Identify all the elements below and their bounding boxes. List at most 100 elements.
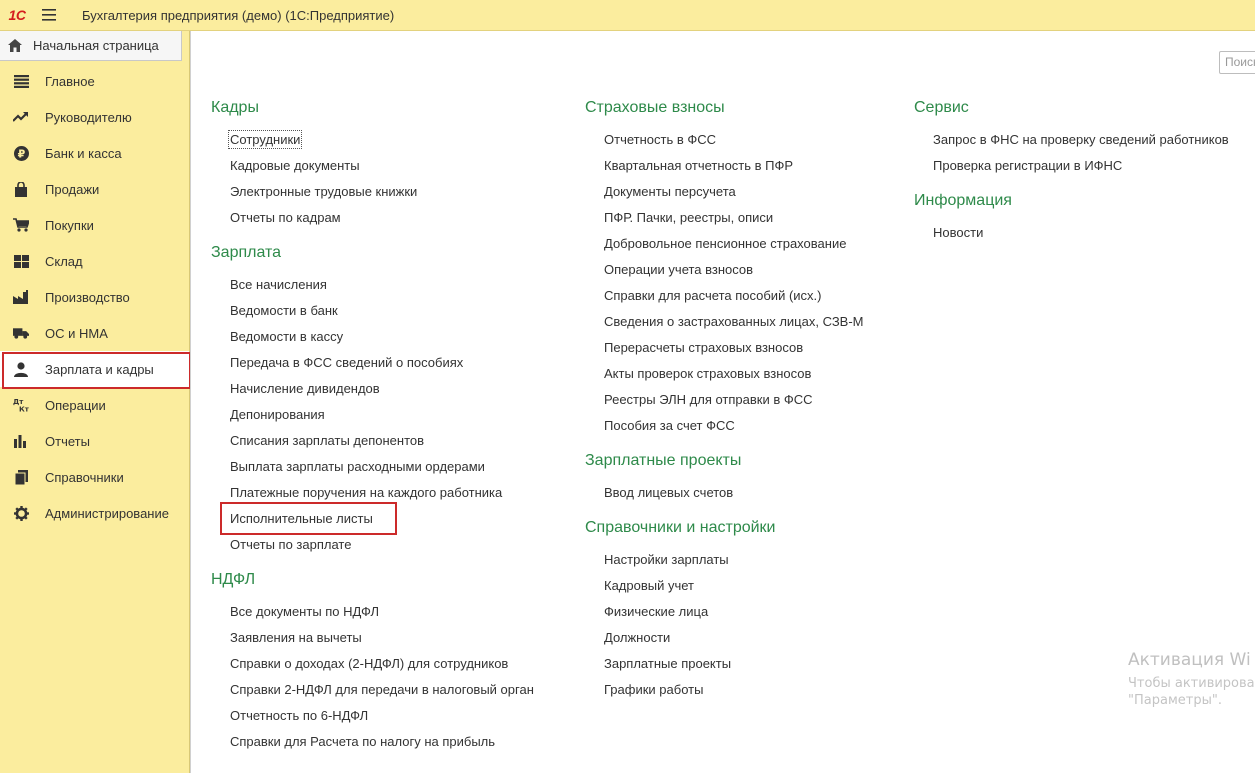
link-pfr-pachki[interactable]: ПФР. Пачки, реестры, описи — [585, 209, 864, 235]
sidebar-item-label: Производство — [45, 289, 130, 305]
section-title: Информация — [914, 192, 1012, 209]
sidebar-item-glavnoe[interactable]: Главное — [0, 63, 189, 99]
section-title: Зарплатные проекты — [585, 452, 742, 469]
link-kadrovye-dokumenty[interactable]: Кадровые документы — [211, 157, 534, 183]
link-zayavleniya-vychety[interactable]: Заявления на вычеты — [211, 629, 534, 655]
sidebar-item-label: Руководителю — [45, 109, 132, 125]
sidebar-item-zarplata-kadry[interactable]: Зарплата и кадры — [0, 351, 191, 389]
sidebar-item-rukovoditelyu[interactable]: Руководителю — [0, 99, 189, 135]
column-2: Страховые взносы Отчетность в ФСС Кварта… — [585, 97, 864, 707]
sidebar-item-label: Покупки — [45, 217, 94, 233]
sidebar-item-administrirovanie[interactable]: Администрирование — [0, 495, 189, 531]
link-nachislenie-dividendov[interactable]: Начисление дивидендов — [211, 380, 534, 406]
link-vse-dokumenty-ndfl[interactable]: Все документы по НДФЛ — [211, 603, 534, 629]
sidebar-item-bank[interactable]: ₽ Банк и касса — [0, 135, 189, 171]
link-grafiki-raboty[interactable]: Графики работы — [585, 681, 864, 707]
hamburger-menu-icon[interactable] — [34, 0, 64, 31]
link-otchety-po-zarplate[interactable]: Отчеты по зарплате — [211, 536, 534, 562]
link-vyplata-ordery[interactable]: Выплата зарплаты расходными ордерами — [211, 458, 534, 484]
home-page-tab[interactable]: Начальная страница — [0, 31, 182, 61]
sidebar-item-label: Операции — [45, 397, 106, 413]
book-icon — [13, 469, 29, 485]
link-otchetnost-fss[interactable]: Отчетность в ФСС — [585, 131, 864, 157]
person-icon — [13, 361, 29, 377]
watermark-text: Чтобы активирова — [1128, 676, 1255, 691]
svg-text:₽: ₽ — [17, 147, 25, 160]
grid-icon — [13, 253, 29, 269]
sidebar-item-label: Склад — [45, 253, 83, 269]
home-icon — [8, 39, 22, 52]
sidebar-item-prodazhi[interactable]: Продажи — [0, 171, 189, 207]
link-szv-m[interactable]: Сведения о застрахованных лицах, СЗВ-М — [585, 313, 864, 339]
link-akty-proverok[interactable]: Акты проверок страховых взносов — [585, 365, 864, 391]
svg-text:Кт: Кт — [19, 406, 29, 413]
link-vvod-licevyh-schetov[interactable]: Ввод лицевых счетов — [585, 484, 864, 510]
link-operacii-vznosov[interactable]: Операции учета взносов — [585, 261, 864, 287]
link-elektronnye-knizhki[interactable]: Электронные трудовые книжки — [211, 183, 534, 209]
link-fizicheskie-lica[interactable]: Физические лица — [585, 603, 864, 629]
section-zarplata: Зарплата Все начисления Ведомости в банк… — [211, 242, 534, 562]
link-novosti[interactable]: Новости — [914, 224, 1229, 250]
sidebar-item-label: Банк и касса — [45, 145, 122, 161]
sections-panel: Начальная страница Главное Руководителю … — [0, 31, 191, 773]
cart-icon — [13, 217, 29, 233]
section-servis: Сервис Запрос в ФНС на проверку сведений… — [914, 97, 1229, 183]
activation-watermark: Активация Wi Чтобы активирова "Параметры… — [1128, 650, 1255, 708]
sidebar-item-proizvodstvo[interactable]: Производство — [0, 279, 189, 315]
truck-icon — [13, 325, 29, 341]
sidebar-item-label: Зарплата и кадры — [45, 361, 154, 377]
link-vedomosti-v-kassu[interactable]: Ведомости в кассу — [211, 328, 534, 354]
link-reestry-eln[interactable]: Реестры ЭЛН для отправки в ФСС — [585, 391, 864, 417]
link-vse-nachisleniya[interactable]: Все начисления — [211, 276, 534, 302]
link-ispolnitelnye-listy[interactable]: Исполнительные листы — [211, 502, 534, 536]
column-1: Кадры Сотрудники Кадровые документы Элек… — [211, 97, 534, 759]
watermark-text: "Параметры". — [1128, 693, 1222, 708]
link-dokumenty-persucheta[interactable]: Документы персучета — [585, 183, 864, 209]
link-posobiya-fss[interactable]: Пособия за счет ФСС — [585, 417, 864, 443]
sidebar-item-label: Главное — [45, 73, 95, 89]
sidebar-item-spravochniki[interactable]: Справочники — [0, 459, 189, 495]
sidebar-nav: Главное Руководителю ₽ Банк и касса Прод… — [0, 63, 191, 531]
app-title: Бухгалтерия предприятия (демо) (1С:Предп… — [82, 7, 395, 23]
sidebar-item-label: Отчеты — [45, 433, 90, 449]
sidebar-item-otchety[interactable]: Отчеты — [0, 423, 189, 459]
link-dobrovolnoe-strahovanie[interactable]: Добровольное пенсионное страхование — [585, 235, 864, 261]
link-spisaniya-deponentov[interactable]: Списания зарплаты депонентов — [211, 432, 534, 458]
sidebar-item-os-nma[interactable]: ОС и НМА — [0, 315, 189, 351]
link-kvartalnaya-pfr[interactable]: Квартальная отчетность в ПФР — [585, 157, 864, 183]
link-sotrudniki[interactable]: Сотрудники — [211, 130, 534, 157]
sidebar-item-pokupki[interactable]: Покупки — [0, 207, 189, 243]
link-zapros-fns[interactable]: Запрос в ФНС на проверку сведений работн… — [914, 131, 1229, 157]
sidebar-item-sklad[interactable]: Склад — [0, 243, 189, 279]
section-strahovye-vznosy: Страховые взносы Отчетность в ФСС Кварта… — [585, 97, 864, 443]
factory-icon — [13, 289, 29, 305]
ruble-icon: ₽ — [13, 145, 29, 161]
search-input[interactable]: Поиск — [1219, 51, 1255, 74]
link-spravki-posobiya[interactable]: Справки для расчета пособий (исх.) — [585, 287, 864, 313]
link-spravki-2ndfl-nalogovaya[interactable]: Справки 2-НДФЛ для передачи в налоговый … — [211, 681, 534, 707]
link-vedomosti-v-bank[interactable]: Ведомости в банк — [211, 302, 534, 328]
link-dolzhnosti[interactable]: Должности — [585, 629, 864, 655]
dt-kt-icon: Дт Кт — [13, 397, 29, 413]
title-bar: 1С Бухгалтерия предприятия (демо) (1С:Пр… — [0, 0, 1255, 31]
link-peredacha-v-fss[interactable]: Передача в ФСС сведений о пособиях — [211, 354, 534, 380]
link-proverka-registracii[interactable]: Проверка регистрации в ИФНС — [914, 157, 1229, 183]
link-otchetnost-6ndfl[interactable]: Отчетность по 6-НДФЛ — [211, 707, 534, 733]
section-informaciya: Информация Новости — [914, 190, 1229, 250]
section-title: Кадры — [211, 99, 259, 116]
link-spravki-nalog-na-pribyl[interactable]: Справки для Расчета по налогу на прибыль — [211, 733, 534, 759]
sidebar-item-label: Справочники — [45, 469, 124, 485]
home-page-tab-label: Начальная страница — [33, 38, 159, 53]
link-nastroyki-zarplaty[interactable]: Настройки зарплаты — [585, 551, 864, 577]
trend-icon — [13, 109, 29, 125]
sidebar-item-operacii[interactable]: Дт Кт Операции — [0, 387, 189, 423]
link-otchety-po-kadram[interactable]: Отчеты по кадрам — [211, 209, 534, 235]
link-deponirovaniya[interactable]: Депонирования — [211, 406, 534, 432]
link-kadrovyy-uchet[interactable]: Кадровый учет — [585, 577, 864, 603]
1c-logo[interactable]: 1С — [0, 0, 34, 31]
link-pereraschety-vznosov[interactable]: Перерасчеты страховых взносов — [585, 339, 864, 365]
link-zarplatnye-proekty[interactable]: Зарплатные проекты — [585, 655, 864, 681]
sidebar-item-label: ОС и НМА — [45, 325, 108, 341]
column-3: Сервис Запрос в ФНС на проверку сведений… — [914, 97, 1229, 250]
link-spravki-2ndfl-sotrudnikam[interactable]: Справки о доходах (2-НДФЛ) для сотрудник… — [211, 655, 534, 681]
